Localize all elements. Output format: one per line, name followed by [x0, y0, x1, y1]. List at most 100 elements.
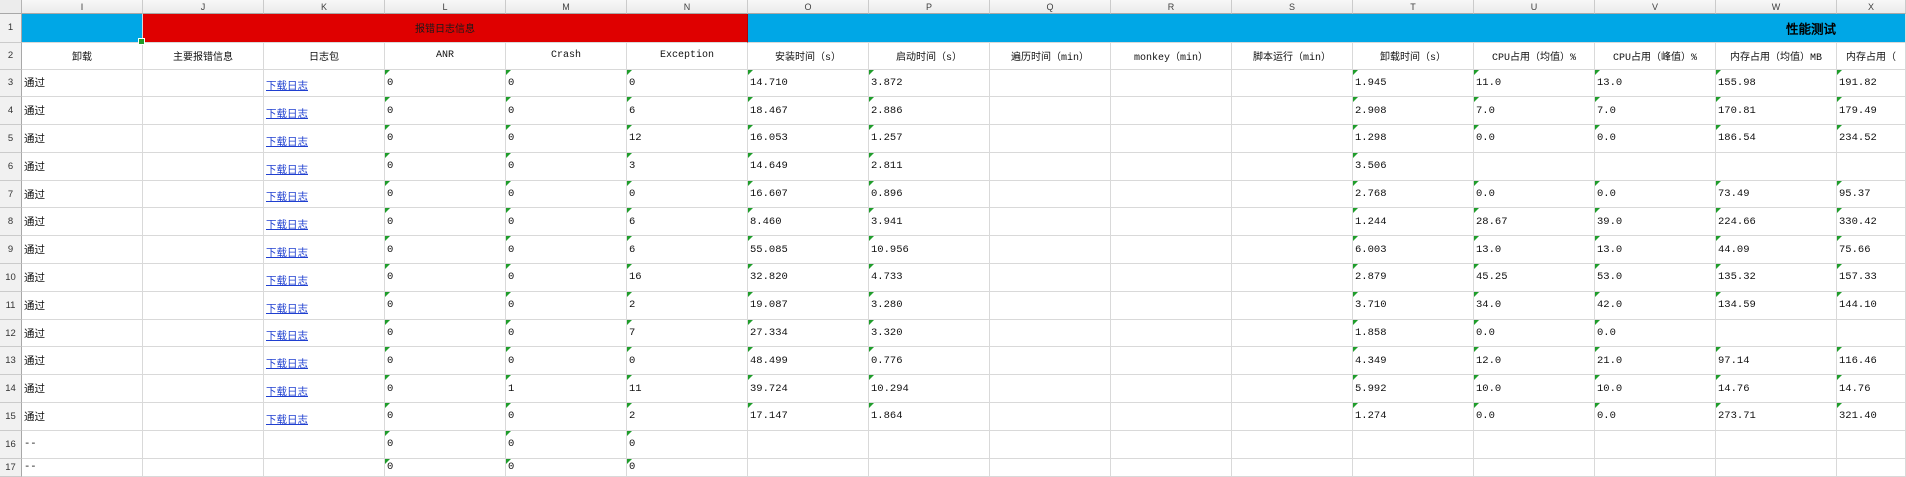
- cell-V5[interactable]: 0.0: [1595, 125, 1716, 153]
- cell-J6[interactable]: [143, 152, 264, 181]
- cell-U12[interactable]: 0.0: [1474, 319, 1595, 348]
- cell-R16[interactable]: [1111, 430, 1232, 459]
- column-header-t[interactable]: T: [1353, 0, 1474, 14]
- column-header-k[interactable]: K: [264, 0, 385, 14]
- cell-L6[interactable]: 0: [385, 152, 506, 181]
- cell-V13[interactable]: 21.0: [1595, 347, 1716, 376]
- download-log-link[interactable]: 下载日志: [266, 328, 308, 346]
- cell-P7[interactable]: 0.896: [869, 180, 990, 209]
- cell-K7[interactable]: 下载日志: [264, 180, 385, 209]
- cell-U10[interactable]: 45.25: [1474, 264, 1595, 292]
- cell-O15[interactable]: 17.147: [748, 403, 869, 431]
- cell-M11[interactable]: 0: [506, 291, 627, 320]
- cell-U11[interactable]: 34.0: [1474, 291, 1595, 320]
- cell-N3[interactable]: 0: [627, 69, 748, 98]
- cell-X6[interactable]: [1837, 152, 1906, 181]
- cell-U6[interactable]: [1474, 152, 1595, 181]
- cell-P13[interactable]: 0.776: [869, 347, 990, 376]
- download-log-link[interactable]: 下载日志: [266, 245, 308, 263]
- cell-N14[interactable]: 11: [627, 375, 748, 404]
- cell-L2[interactable]: ANR: [385, 42, 506, 70]
- cell-I15[interactable]: 通过: [22, 403, 143, 431]
- cell-O4[interactable]: 18.467: [748, 97, 869, 126]
- cell-J2[interactable]: 主要报错信息: [143, 42, 264, 70]
- cell-R13[interactable]: [1111, 347, 1232, 376]
- cell-M5[interactable]: 0: [506, 125, 627, 153]
- cell-K4[interactable]: 下载日志: [264, 97, 385, 126]
- cell-I12[interactable]: 通过: [22, 319, 143, 348]
- cell-U4[interactable]: 7.0: [1474, 97, 1595, 126]
- cell-O5[interactable]: 16.053: [748, 125, 869, 153]
- cell-X16[interactable]: [1837, 430, 1906, 459]
- cell-I14[interactable]: 通过: [22, 375, 143, 404]
- download-log-link[interactable]: 下载日志: [266, 162, 308, 180]
- cell-K12[interactable]: 下载日志: [264, 319, 385, 348]
- cell-K2[interactable]: 日志包: [264, 42, 385, 70]
- cell-K16[interactable]: [264, 430, 385, 459]
- download-log-link[interactable]: 下载日志: [266, 134, 308, 152]
- cell-L7[interactable]: 0: [385, 180, 506, 209]
- cell-S17[interactable]: [1232, 458, 1353, 477]
- cell-I8[interactable]: 通过: [22, 208, 143, 237]
- cell-X4[interactable]: 179.49: [1837, 97, 1906, 126]
- cell-U2[interactable]: CPU占用（均值）%: [1474, 42, 1595, 70]
- cell-S10[interactable]: [1232, 264, 1353, 292]
- download-log-link[interactable]: 下载日志: [266, 189, 308, 207]
- cell-K3[interactable]: 下载日志: [264, 69, 385, 98]
- cell-W3[interactable]: 155.98: [1716, 69, 1837, 98]
- cell-U14[interactable]: 10.0: [1474, 375, 1595, 404]
- fill-handle[interactable]: [138, 37, 145, 45]
- cell-Q16[interactable]: [990, 430, 1111, 459]
- cell-W12[interactable]: [1716, 319, 1837, 348]
- row-header-2[interactable]: 2: [0, 42, 22, 70]
- column-header-o[interactable]: O: [748, 0, 869, 14]
- cell-N10[interactable]: 16: [627, 264, 748, 292]
- cell-X15[interactable]: 321.40: [1837, 403, 1906, 431]
- cell-N12[interactable]: 7: [627, 319, 748, 348]
- cell-V11[interactable]: 42.0: [1595, 291, 1716, 320]
- cell-W11[interactable]: 134.59: [1716, 291, 1837, 320]
- cell-J14[interactable]: [143, 375, 264, 404]
- cell-O12[interactable]: 27.334: [748, 319, 869, 348]
- cell-K11[interactable]: 下载日志: [264, 291, 385, 320]
- cell-S8[interactable]: [1232, 208, 1353, 237]
- row-header-11[interactable]: 11: [0, 291, 22, 320]
- download-log-link[interactable]: 下载日志: [266, 217, 308, 235]
- cell-X17[interactable]: [1837, 458, 1906, 477]
- cell-X12[interactable]: [1837, 319, 1906, 348]
- cell-K5[interactable]: 下载日志: [264, 125, 385, 153]
- cell-M16[interactable]: 0: [506, 430, 627, 459]
- cell-V4[interactable]: 7.0: [1595, 97, 1716, 126]
- cell-R4[interactable]: [1111, 97, 1232, 126]
- cell-Q8[interactable]: [990, 208, 1111, 237]
- cell-R5[interactable]: [1111, 125, 1232, 153]
- cell-P2[interactable]: 启动时间（s）: [869, 42, 990, 70]
- cell-P8[interactable]: 3.941: [869, 208, 990, 237]
- cell-J4[interactable]: [143, 97, 264, 126]
- row-header-4[interactable]: 4: [0, 97, 22, 126]
- cell-O17[interactable]: [748, 458, 869, 477]
- cell-V14[interactable]: 10.0: [1595, 375, 1716, 404]
- row-header-3[interactable]: 3: [0, 69, 22, 98]
- cell-N5[interactable]: 12: [627, 125, 748, 153]
- cell-X13[interactable]: 116.46: [1837, 347, 1906, 376]
- cell-I10[interactable]: 通过: [22, 264, 143, 292]
- cell-L15[interactable]: 0: [385, 403, 506, 431]
- spreadsheet-grid[interactable]: 报错日志信息 性能测试 I J K L M N O P Q R S T U V W X 1 2 3 4 5 6 7 8 9 10 1…: [0, 0, 1906, 477]
- row-header-8[interactable]: 8: [0, 208, 22, 237]
- cell-K15[interactable]: 下载日志: [264, 403, 385, 431]
- cell-N11[interactable]: 2: [627, 291, 748, 320]
- cell-V12[interactable]: 0.0: [1595, 319, 1716, 348]
- cell-K6[interactable]: 下载日志: [264, 152, 385, 181]
- cell-P11[interactable]: 3.280: [869, 291, 990, 320]
- cell-I17[interactable]: --: [22, 458, 143, 477]
- cell-T17[interactable]: [1353, 458, 1474, 477]
- cell-P14[interactable]: 10.294: [869, 375, 990, 404]
- cell-I6[interactable]: 通过: [22, 152, 143, 181]
- cell-Q6[interactable]: [990, 152, 1111, 181]
- cell-I13[interactable]: 通过: [22, 347, 143, 376]
- row-header-15[interactable]: 15: [0, 403, 22, 431]
- cell-S11[interactable]: [1232, 291, 1353, 320]
- cell-U5[interactable]: 0.0: [1474, 125, 1595, 153]
- row-header-16[interactable]: 16: [0, 430, 22, 459]
